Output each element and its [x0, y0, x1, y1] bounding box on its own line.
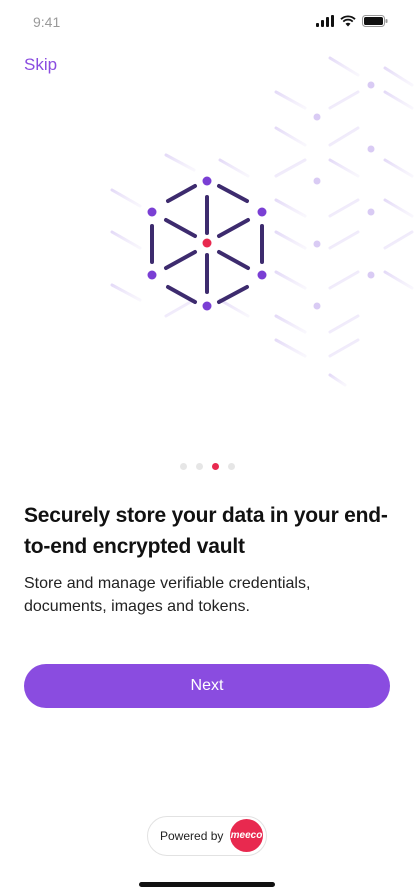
- wifi-icon: [340, 15, 356, 27]
- battery-icon: [362, 15, 388, 27]
- status-bar: 9:41: [0, 0, 414, 44]
- background-nodes: [313, 81, 375, 310]
- onboarding-subtitle: Store and manage verifiable credentials,…: [24, 575, 311, 615]
- status-icons: [316, 15, 388, 27]
- home-indicator: [139, 882, 275, 887]
- status-time: 9:41: [33, 14, 61, 30]
- page-dot-2[interactable]: [195, 463, 203, 470]
- background-lattice: [110, 56, 414, 387]
- onboarding-title: Securely store your data in your end-to-…: [24, 504, 388, 558]
- page-dot-1[interactable]: [179, 463, 187, 470]
- vault-hexagon-illustration: [110, 56, 414, 387]
- page-dot-3-active[interactable]: [211, 463, 219, 470]
- signal-icon: [316, 15, 334, 27]
- page-dot-4[interactable]: [227, 463, 235, 470]
- pagination-dots: [0, 463, 414, 470]
- next-button[interactable]: Next: [24, 664, 390, 708]
- powered-by-badge[interactable]: Powered by meeco: [147, 816, 267, 856]
- meeco-logo: meeco: [230, 819, 263, 852]
- center-node: [202, 238, 212, 248]
- powered-by-label: Powered by: [160, 829, 224, 843]
